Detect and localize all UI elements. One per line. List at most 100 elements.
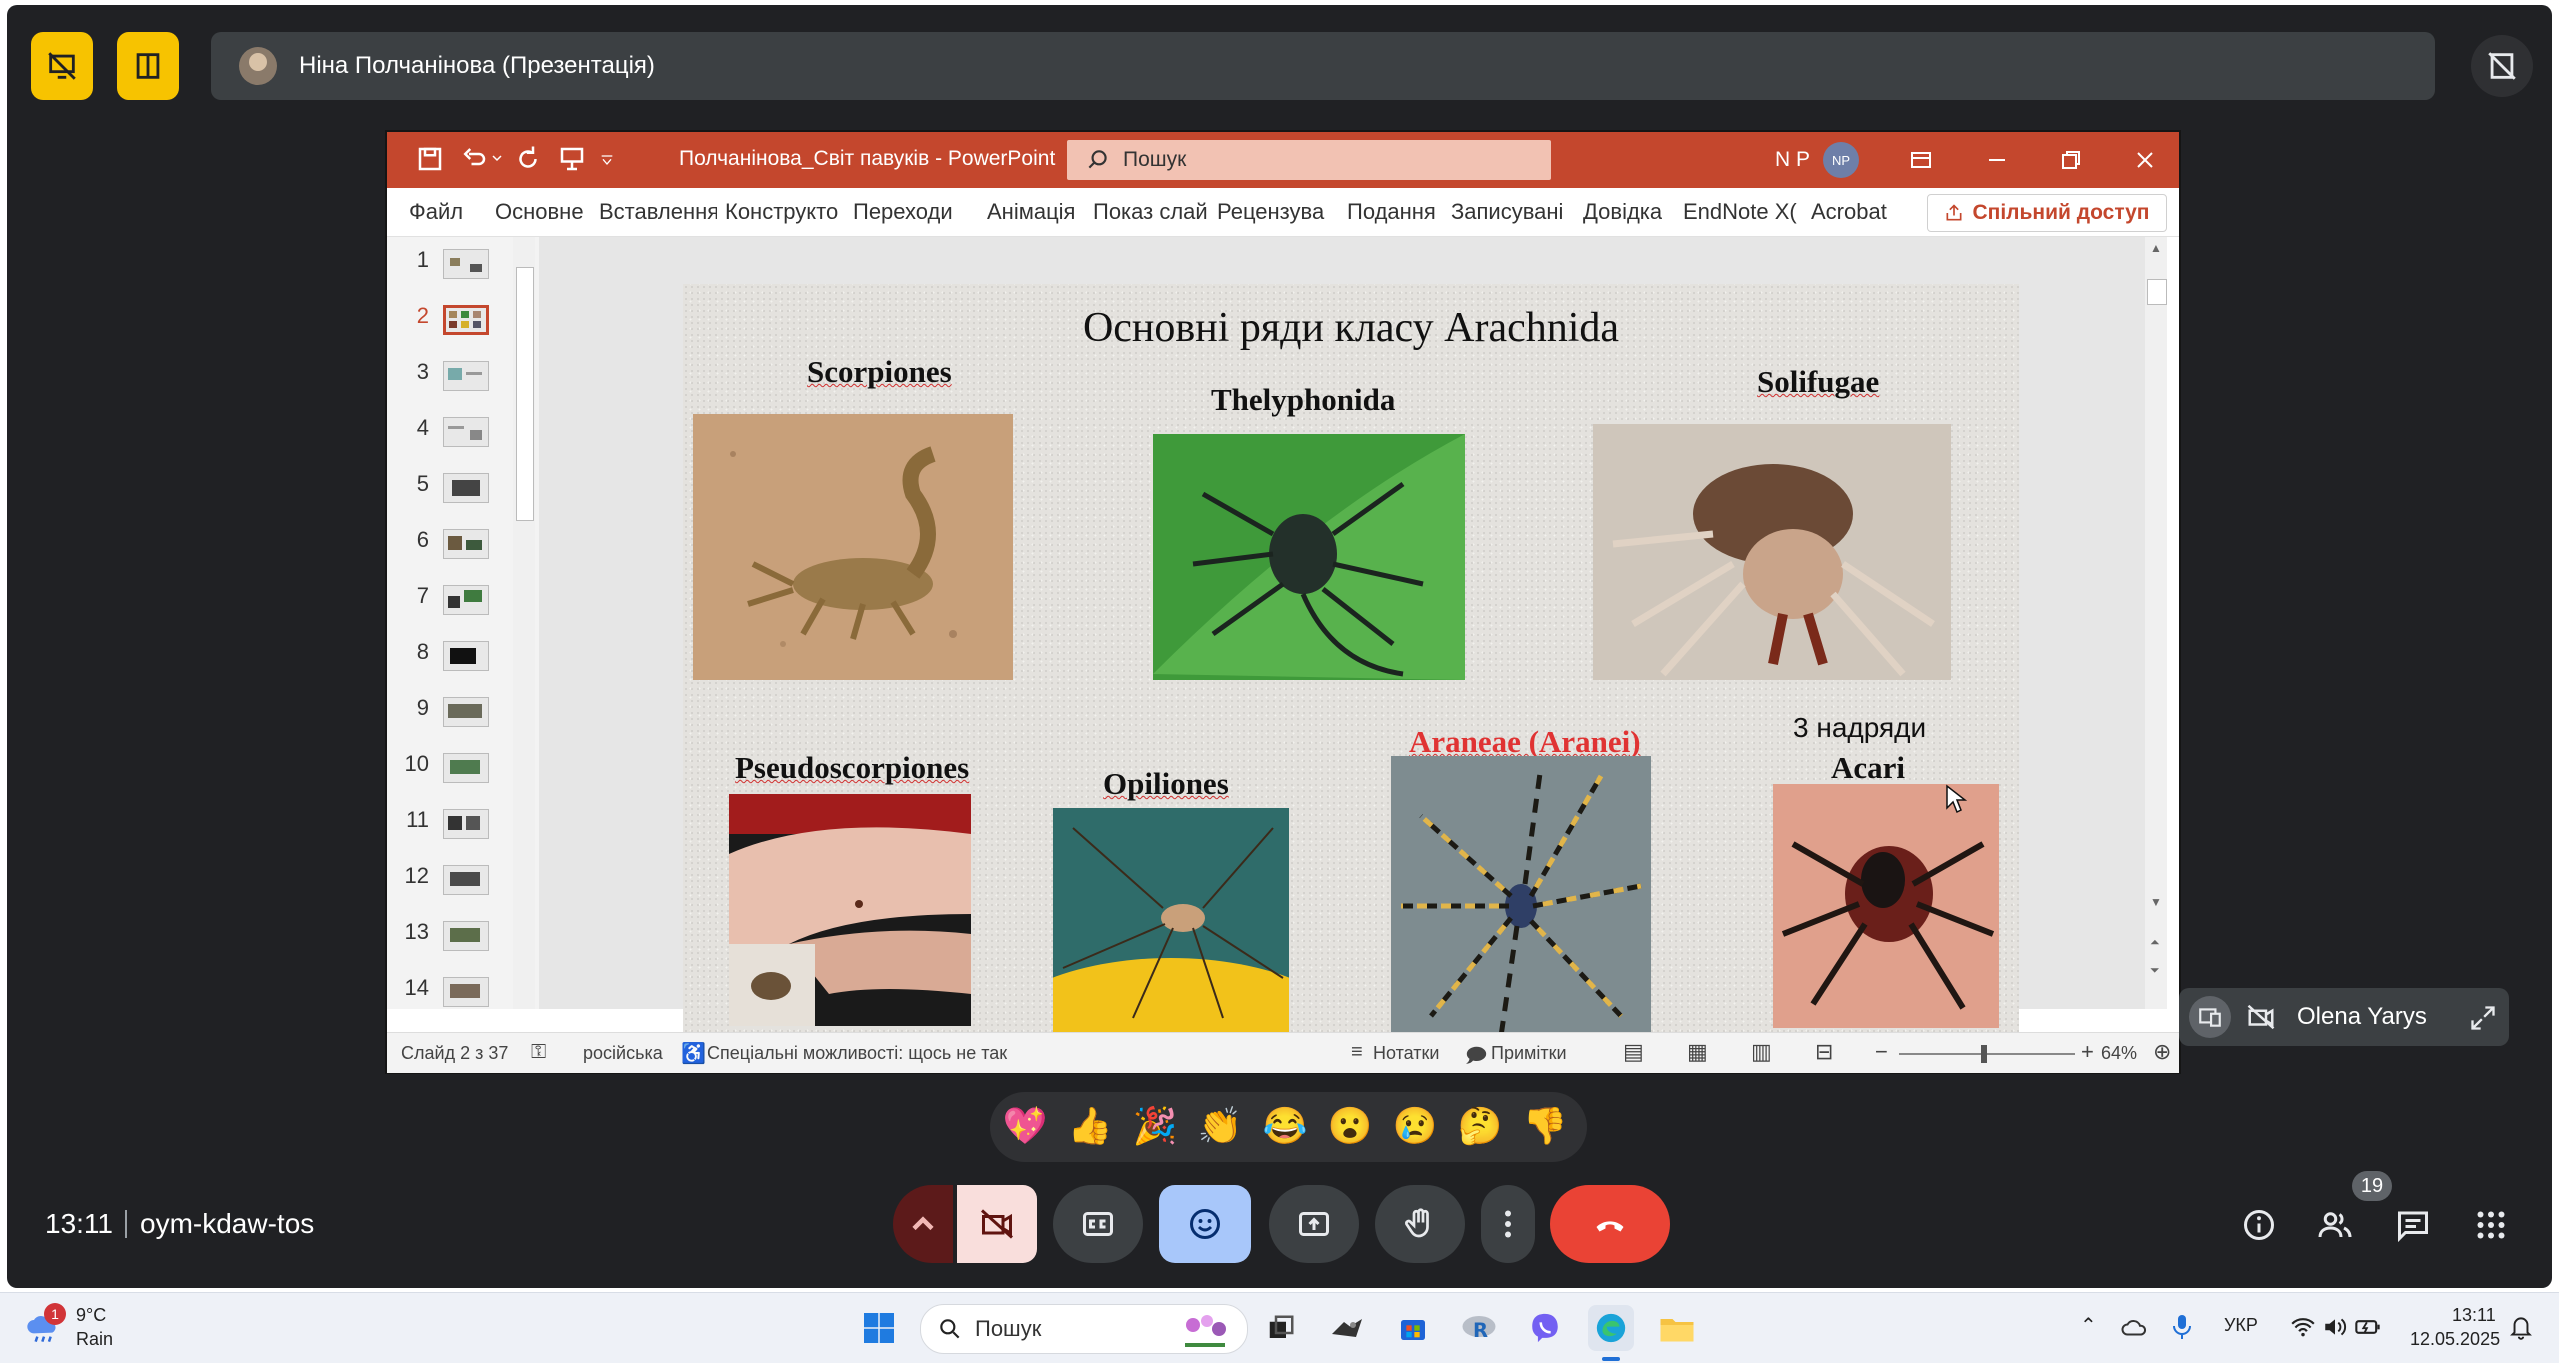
- redo-icon[interactable]: [513, 144, 543, 174]
- notes-button[interactable]: Нотатки: [1373, 1043, 1439, 1064]
- tab-view[interactable]: Подання: [1347, 199, 1436, 225]
- label-pseudoscorpiones[interactable]: Pseudoscorpiones: [735, 750, 969, 786]
- slide-sorter-icon[interactable]: ▦: [1687, 1039, 1708, 1065]
- slide-scrollbar[interactable]: ▲ ▼ ⏶ ⏷: [2145, 237, 2167, 1009]
- present-from-start-icon[interactable]: [557, 144, 587, 174]
- reaction-sad[interactable]: 😢: [1388, 1104, 1442, 1148]
- spellcheck-icon[interactable]: ⚿: [531, 1041, 546, 1064]
- hide-presentation-button[interactable]: [31, 32, 93, 100]
- activities-button[interactable]: [2465, 1199, 2517, 1251]
- more-options-button[interactable]: [1481, 1185, 1535, 1263]
- reaction-laugh[interactable]: 😂: [1258, 1104, 1312, 1148]
- stop-presenting-button[interactable]: [2471, 35, 2533, 97]
- taskbar-app-viber[interactable]: [1522, 1305, 1568, 1351]
- taskbar-time[interactable]: 13:11: [2452, 1305, 2496, 1326]
- minimize-button[interactable]: [1981, 144, 2013, 176]
- taskbar-app-r[interactable]: R: [1456, 1305, 1502, 1351]
- leave-call-button[interactable]: [1550, 1185, 1670, 1263]
- taskbar-app-store[interactable]: [1390, 1305, 1436, 1351]
- chat-button[interactable]: [2387, 1199, 2439, 1251]
- people-button[interactable]: [2309, 1199, 2361, 1251]
- ppt-user-avatar[interactable]: NP: [1823, 142, 1859, 178]
- zoom-slider[interactable]: [1899, 1045, 2075, 1063]
- wifi-icon[interactable]: [2290, 1315, 2316, 1339]
- start-button[interactable]: [856, 1305, 902, 1351]
- ppt-search-box[interactable]: Пошук: [1067, 140, 1551, 180]
- ribbon-display-button[interactable]: [1905, 144, 1937, 176]
- close-button[interactable]: [2129, 144, 2161, 176]
- taskbar-app-game[interactable]: [1324, 1305, 1370, 1351]
- meeting-details-button[interactable]: [2233, 1199, 2285, 1251]
- reaction-surprised[interactable]: 😮: [1323, 1104, 1377, 1148]
- tray-overflow-icon[interactable]: ⌃: [2080, 1313, 2097, 1338]
- zoom-in-icon[interactable]: +: [2081, 1039, 2094, 1065]
- reaction-heart[interactable]: 💖: [998, 1104, 1052, 1148]
- tab-animations[interactable]: Анімація: [987, 199, 1075, 225]
- taskbar-app-edge[interactable]: [1588, 1305, 1634, 1351]
- tab-review[interactable]: Рецензува: [1217, 199, 1335, 225]
- layout-button[interactable]: [117, 32, 179, 100]
- comments-button[interactable]: Примітки: [1491, 1043, 1567, 1064]
- participant-tile[interactable]: Olena Yarys: [2179, 988, 2509, 1046]
- restore-button[interactable]: [2055, 144, 2087, 176]
- accessibility-status[interactable]: Спеціальні можливості: щось не так: [707, 1043, 1007, 1064]
- slide[interactable]: Основні ряди класу Arachnida Scorpiones …: [683, 284, 2019, 1038]
- share-button[interactable]: Спільний доступ: [1927, 194, 2167, 232]
- tab-acrobat[interactable]: Acrobat: [1811, 199, 1887, 225]
- volume-icon[interactable]: [2322, 1315, 2348, 1339]
- reading-view-icon[interactable]: ▥: [1751, 1039, 1772, 1065]
- next-slide-icon[interactable]: ⏷: [2150, 963, 2160, 978]
- zoom-level[interactable]: 64%: [2101, 1043, 2137, 1064]
- tab-file[interactable]: Файл: [409, 199, 463, 225]
- scroll-down-arrow-icon[interactable]: ▼: [2150, 895, 2162, 909]
- raise-hand-button[interactable]: [1375, 1185, 1465, 1263]
- microphone-icon[interactable]: [2170, 1313, 2194, 1341]
- tab-endnote[interactable]: EndNote X(: [1683, 199, 1799, 225]
- onedrive-icon[interactable]: [2120, 1315, 2150, 1339]
- reaction-thumbs-down[interactable]: 👎: [1518, 1104, 1572, 1148]
- label-araneae[interactable]: Araneae (Aranei): [1409, 724, 1641, 760]
- thumbnails-scrollbar[interactable]: [513, 237, 535, 1009]
- undo-dropdown-icon[interactable]: [491, 152, 503, 164]
- slideshow-view-icon[interactable]: ⊟: [1815, 1039, 1833, 1065]
- label-nadryady[interactable]: 3 надряди: [1793, 712, 1926, 744]
- tab-insert[interactable]: Вставлення: [599, 199, 717, 225]
- zoom-slider-thumb[interactable]: [1981, 1045, 1987, 1063]
- reaction-thumbs-up[interactable]: 👍: [1063, 1104, 1117, 1148]
- battery-charging-icon[interactable]: [2354, 1315, 2382, 1339]
- tab-home[interactable]: Основне: [495, 199, 584, 225]
- present-button[interactable]: [1269, 1185, 1359, 1263]
- tab-help[interactable]: Довідка: [1583, 199, 1662, 225]
- slide-scroll-thumb[interactable]: [2147, 279, 2167, 305]
- slide-title[interactable]: Основні ряди класу Arachnida: [683, 304, 2019, 352]
- label-scorpiones[interactable]: Scorpiones: [807, 354, 952, 390]
- reaction-clap[interactable]: 👏: [1193, 1104, 1247, 1148]
- taskbar-date[interactable]: 12.05.2025: [2410, 1329, 2500, 1350]
- normal-view-icon[interactable]: ▤: [1623, 1039, 1644, 1065]
- video-options-button[interactable]: [893, 1185, 953, 1263]
- label-opiliones[interactable]: Opiliones: [1103, 766, 1229, 802]
- taskbar-app-explorer[interactable]: [1654, 1305, 1700, 1351]
- tile-pin-button[interactable]: [2189, 996, 2231, 1038]
- thumbnails-scroll-thumb[interactable]: [516, 267, 534, 521]
- reaction-party[interactable]: 🎉: [1128, 1104, 1182, 1148]
- language-status[interactable]: російська: [583, 1043, 663, 1064]
- keyboard-language[interactable]: УКР: [2224, 1315, 2258, 1336]
- tab-design[interactable]: Конструкто: [725, 199, 843, 225]
- customize-qat-icon[interactable]: [599, 152, 615, 168]
- zoom-out-icon[interactable]: −: [1875, 1039, 1888, 1065]
- task-view-button[interactable]: [1258, 1305, 1304, 1351]
- prev-slide-icon[interactable]: ⏶: [2150, 935, 2160, 950]
- undo-icon[interactable]: [459, 144, 489, 174]
- reaction-thinking[interactable]: 🤔: [1453, 1104, 1507, 1148]
- notifications-bell-icon[interactable]: [2508, 1313, 2534, 1341]
- tab-transitions[interactable]: Переходи: [853, 199, 953, 225]
- fit-slide-icon[interactable]: ⊕: [2153, 1039, 2171, 1065]
- tab-recording[interactable]: Записувані: [1451, 199, 1569, 225]
- label-thelyphonida[interactable]: Thelyphonida: [1211, 382, 1395, 418]
- tab-slideshow[interactable]: Показ слай: [1093, 199, 1211, 225]
- reactions-button[interactable]: [1159, 1185, 1251, 1263]
- label-solifugae[interactable]: Solifugae: [1757, 364, 1879, 400]
- scroll-up-arrow-icon[interactable]: ▲: [2150, 241, 2162, 255]
- expand-icon[interactable]: [2469, 1004, 2497, 1032]
